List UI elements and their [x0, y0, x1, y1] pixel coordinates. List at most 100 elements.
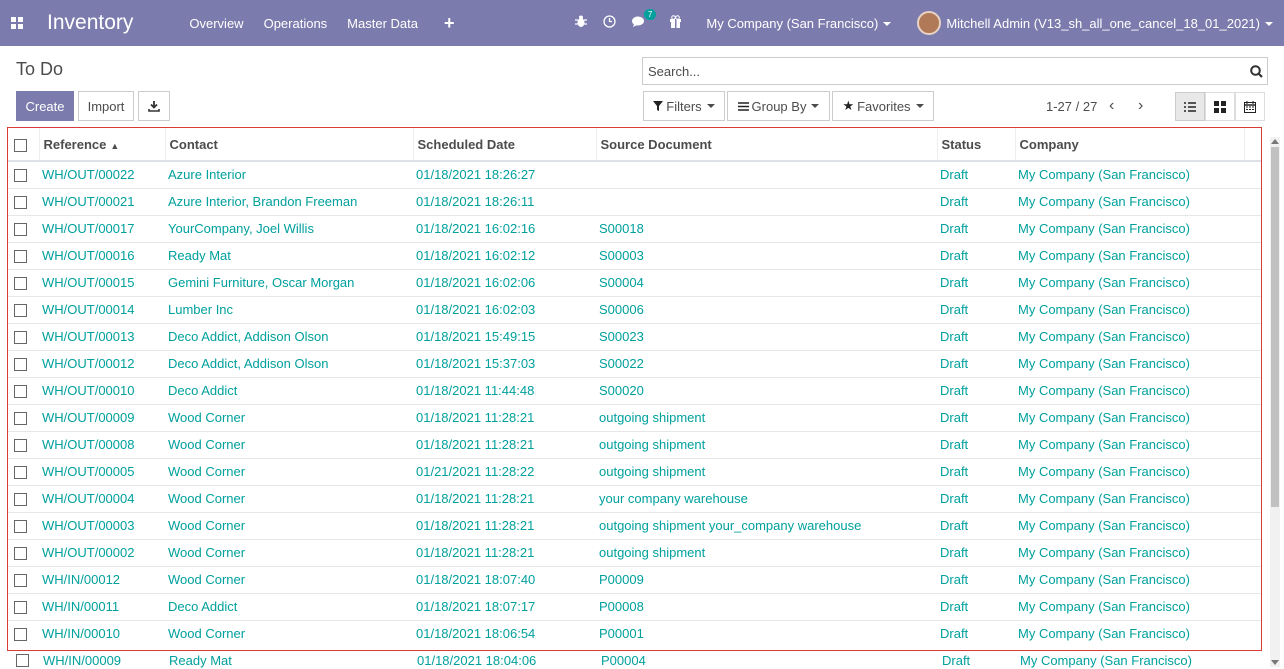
clock-icon[interactable]	[603, 15, 617, 31]
column-header-reference[interactable]: Reference ▲	[39, 128, 166, 162]
cell-reference: WH/OUT/00015	[39, 268, 165, 296]
search-icon[interactable]	[1245, 60, 1267, 82]
table-row[interactable]: WH/OUT/00008 Wood Corner 01/18/2021 11:28:…	[8, 430, 1261, 458]
user-menu[interactable]: Mitchell Admin (V13_sh_all_one_cancel_18…	[946, 16, 1273, 31]
table-row[interactable]: WH/OUT/00017 YourCompany, Joel Willis 01/1…	[8, 214, 1261, 242]
cell-company: My Company (San Francisco)	[1015, 241, 1244, 269]
table-row[interactable]: WH/OUT/00005 Wood Corner 01/21/2021 11:28:…	[8, 457, 1261, 485]
table-row[interactable]: WH/OUT/00002 Wood Corner 01/18/2021 11:28:…	[8, 538, 1261, 566]
table-row[interactable]: WH/OUT/00009 Wood Corner 01/18/2021 11:28:…	[8, 403, 1261, 431]
menu-master-data[interactable]: Master Data	[347, 16, 418, 31]
chevron-down-icon	[883, 22, 892, 27]
calendar-view-button[interactable]	[1235, 92, 1265, 121]
column-header-company[interactable]: Company	[1015, 128, 1245, 162]
row-checkbox[interactable]	[8, 376, 39, 404]
company-switcher[interactable]: My Company (San Francisco)	[706, 16, 892, 31]
table-row[interactable]: WH/OUT/00004 Wood Corner 01/18/2021 11:28:…	[8, 484, 1261, 512]
cell-reference: WH/OUT/00021	[39, 187, 165, 215]
row-spacer	[1244, 619, 1261, 647]
cell-scheduled-date: 01/18/2021 18:07:40	[413, 565, 596, 593]
menu-overview[interactable]: Overview	[189, 16, 243, 31]
apps-menu-icon[interactable]	[11, 17, 23, 29]
row-spacer	[1244, 511, 1261, 539]
table-row[interactable]: WH/OUT/00015 Gemini Furniture, Oscar Morg…	[8, 268, 1261, 296]
menu-operations[interactable]: Operations	[264, 16, 328, 31]
add-menu-icon[interactable]: +	[444, 13, 455, 34]
table-row[interactable]: WH/OUT/00012 Deco Addict, Addison Olson 01…	[8, 349, 1261, 377]
row-checkbox[interactable]	[16, 654, 29, 667]
download-button[interactable]	[138, 91, 170, 121]
row-checkbox[interactable]	[8, 592, 39, 620]
table-row[interactable]: WH/IN/00011 Deco Addict 01/18/2021 18:07:1…	[8, 592, 1261, 620]
row-checkbox[interactable]	[8, 511, 39, 539]
pager-previous-icon[interactable]: ‹	[1109, 97, 1114, 115]
table-row[interactable]: WH/OUT/00010 Deco Addict 01/18/2021 11:44:…	[8, 376, 1261, 404]
scrollbar[interactable]	[1270, 137, 1280, 667]
row-checkbox[interactable]	[8, 160, 39, 188]
create-button[interactable]: Create	[16, 91, 74, 121]
table-row[interactable]: WH/OUT/00021 Azure Interior, Brandon Free…	[8, 187, 1261, 215]
scroll-up-icon[interactable]	[1271, 139, 1279, 144]
row-checkbox[interactable]	[8, 268, 39, 296]
cell-source-document: S00004	[596, 268, 937, 296]
app-name[interactable]: Inventory	[47, 11, 133, 35]
row-spacer	[1244, 565, 1261, 593]
row-checkbox[interactable]	[8, 187, 39, 215]
pager-value[interactable]: 1-27 / 27	[1046, 99, 1097, 114]
list-view-button[interactable]	[1175, 92, 1205, 121]
gift-icon[interactable]	[669, 15, 682, 31]
row-checkbox[interactable]	[8, 538, 39, 566]
scroll-down-icon[interactable]	[1271, 660, 1279, 665]
row-spacer	[1244, 376, 1261, 404]
chat-icon[interactable]: 7	[632, 8, 657, 31]
bug-icon[interactable]	[575, 15, 588, 31]
cell-reference: WH/OUT/00005	[39, 457, 165, 485]
table-row[interactable]: WH/OUT/00014 Lumber Inc 01/18/2021 16:02:0…	[8, 295, 1261, 323]
column-header-status[interactable]: Status	[937, 128, 1016, 162]
cell-scheduled-date: 01/18/2021 15:49:15	[413, 322, 596, 350]
table-row[interactable]: WH/IN/00010 Wood Corner 01/18/2021 18:06:5…	[8, 619, 1261, 647]
cell-company: My Company (San Francisco)	[1015, 349, 1244, 377]
table-row[interactable]: WH/OUT/00022 Azure Interior 01/18/2021 18:…	[8, 160, 1261, 188]
group-by-dropdown[interactable]: Group By	[727, 91, 830, 121]
kanban-view-button[interactable]	[1205, 92, 1235, 121]
column-header-source-document[interactable]: Source Document	[596, 128, 938, 162]
row-checkbox[interactable]	[8, 214, 39, 242]
row-checkbox[interactable]	[8, 241, 39, 269]
row-checkbox[interactable]	[8, 619, 39, 647]
optional-columns-toggle[interactable]	[1244, 128, 1261, 162]
avatar[interactable]	[917, 11, 942, 35]
import-button[interactable]: Import	[78, 91, 134, 121]
scrollbar-thumb[interactable]	[1271, 147, 1279, 507]
cell-status: Draft	[937, 457, 1015, 485]
filters-dropdown[interactable]: Filters	[643, 91, 725, 121]
table-row[interactable]: WH/IN/00009 Ready Mat 01/18/2021 18:04:0…	[9, 651, 1264, 669]
column-header-contact[interactable]: Contact	[165, 128, 414, 162]
cell-scheduled-date: 01/18/2021 16:02:12	[413, 241, 596, 269]
cell-contact: Ready Mat	[165, 241, 413, 269]
row-checkbox[interactable]	[8, 349, 39, 377]
table-row[interactable]: WH/IN/00012 Wood Corner 01/18/2021 18:07:4…	[8, 565, 1261, 593]
table-row[interactable]: WH/OUT/00013 Deco Addict, Addison Olson 01…	[8, 322, 1261, 350]
table-row[interactable]: WH/OUT/00016 Ready Mat 01/18/2021 16:02:12…	[8, 241, 1261, 269]
table-row[interactable]: WH/OUT/00003 Wood Corner 01/18/2021 11:28:…	[8, 511, 1261, 539]
row-checkbox[interactable]	[8, 484, 39, 512]
row-checkbox[interactable]	[8, 403, 39, 431]
cell-contact: Deco Addict	[165, 376, 413, 404]
select-all-checkbox[interactable]	[8, 128, 40, 162]
pager-next-icon[interactable]: ›	[1138, 97, 1143, 115]
calendar-icon	[1244, 100, 1256, 113]
cell-scheduled-date: 01/18/2021 16:02:06	[413, 268, 596, 296]
column-header-scheduled-date[interactable]: Scheduled Date	[413, 128, 597, 162]
row-checkbox[interactable]	[8, 457, 39, 485]
row-checkbox[interactable]	[8, 295, 39, 323]
search-input[interactable]	[643, 59, 1245, 83]
cell-source-document: outgoing shipment	[596, 457, 937, 485]
cell-company: My Company (San Francisco)	[1015, 511, 1244, 539]
favorites-dropdown[interactable]: ★ Favorites	[832, 91, 934, 121]
row-checkbox[interactable]	[8, 322, 39, 350]
cell-reference: WH/IN/00010	[39, 619, 165, 647]
row-checkbox[interactable]	[8, 565, 39, 593]
cell-scheduled-date: 01/18/2021 18:06:54	[413, 619, 596, 647]
row-checkbox[interactable]	[8, 430, 39, 458]
